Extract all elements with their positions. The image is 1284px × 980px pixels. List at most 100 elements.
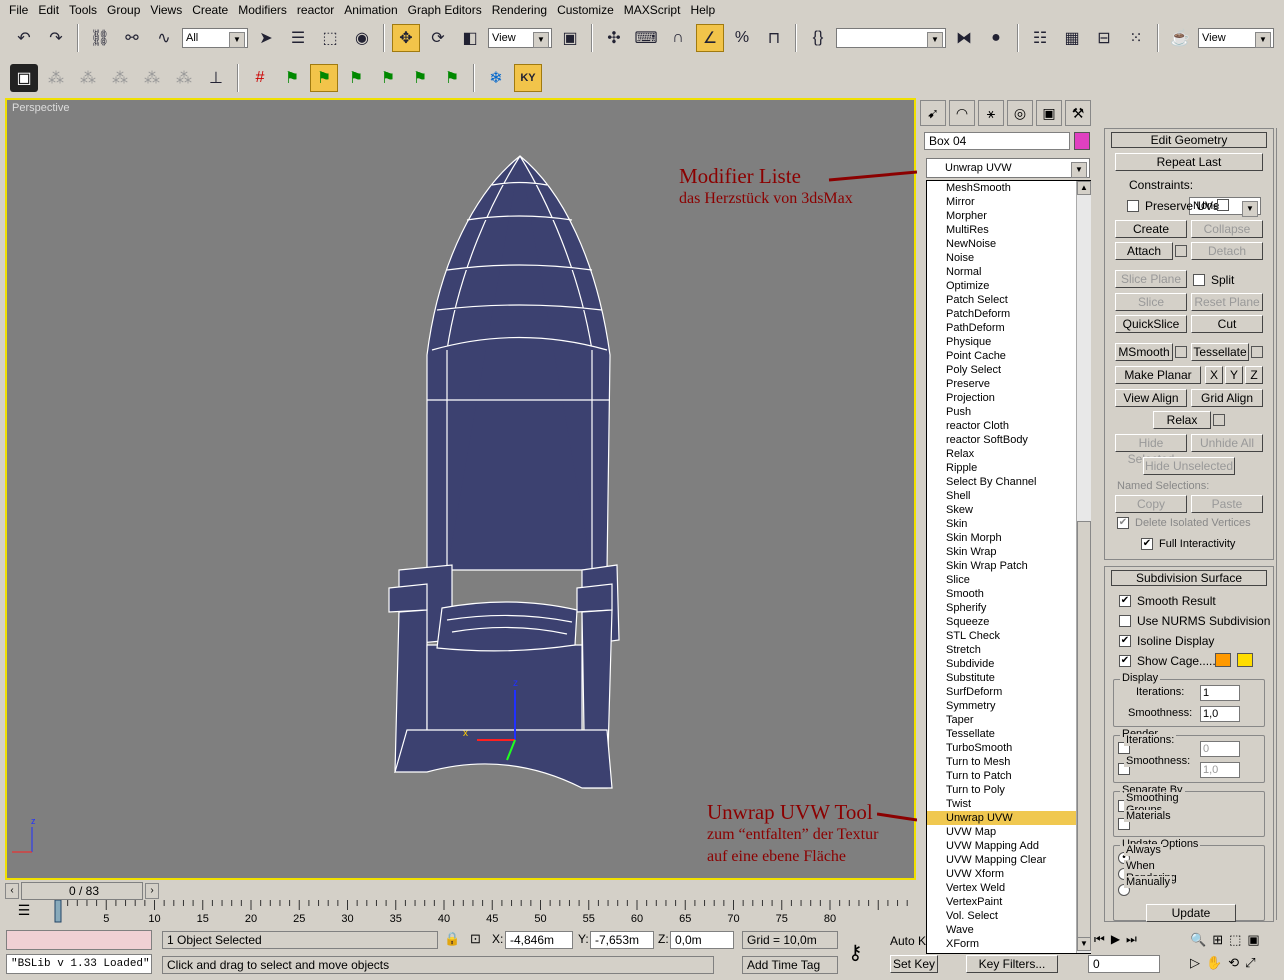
modifier-item[interactable]: Tessellate bbox=[927, 727, 1090, 741]
display-tab-icon[interactable]: ▣ bbox=[1036, 100, 1062, 126]
scroll-thumb[interactable] bbox=[1077, 521, 1091, 941]
named-selection-icon[interactable]: {} bbox=[804, 24, 832, 52]
update-button[interactable]: Update bbox=[1146, 904, 1236, 922]
menu-tools[interactable]: Tools bbox=[64, 3, 102, 17]
percent-snap-icon[interactable]: % bbox=[728, 24, 756, 52]
modifier-list-scrollbar[interactable]: ▲ ▼ bbox=[1076, 181, 1091, 953]
menu-animation[interactable]: Animation bbox=[339, 3, 402, 17]
hierarchy-tab-icon[interactable]: ⚹ bbox=[978, 100, 1004, 126]
detach-button[interactable]: Detach bbox=[1191, 242, 1263, 260]
arc-rotate-icon[interactable]: ⟲ bbox=[1228, 955, 1239, 971]
constraint5-icon[interactable]: ⁂ bbox=[170, 64, 198, 92]
time-slider[interactable]: ‹ 0 / 83 › bbox=[5, 882, 916, 900]
render-type-dropdown[interactable]: View bbox=[1198, 28, 1274, 48]
field-of-view-icon[interactable]: ▷ bbox=[1190, 955, 1200, 971]
modifier-item[interactable]: Relax bbox=[927, 447, 1090, 461]
rotate-icon[interactable]: ⟳ bbox=[424, 24, 452, 52]
render-iterations-spinner[interactable]: 0 bbox=[1200, 741, 1240, 757]
edit-geometry-title[interactable]: Edit Geometry bbox=[1111, 132, 1267, 148]
utilities-tab-icon[interactable]: ⚒ bbox=[1065, 100, 1091, 126]
modifier-item[interactable]: MultiRes bbox=[927, 223, 1090, 237]
next-frame-icon[interactable]: › bbox=[145, 883, 159, 899]
keyboard-shortcut-icon[interactable]: ⌨ bbox=[632, 24, 660, 52]
modifier-item[interactable]: PatchDeform bbox=[927, 307, 1090, 321]
modifier-item[interactable]: XForm bbox=[927, 937, 1090, 951]
deform-mesh-icon[interactable]: ⚑ bbox=[342, 64, 370, 92]
modifier-list-dropdown[interactable]: Unwrap UVW bbox=[926, 158, 1090, 178]
go-to-start-icon[interactable]: ⏮ bbox=[1094, 932, 1105, 947]
full-interactivity-checkbox[interactable]: ✔ Full Interactivity bbox=[1141, 538, 1235, 550]
repeat-last-button[interactable]: Repeat Last bbox=[1115, 153, 1263, 171]
menu-customize[interactable]: Customize bbox=[552, 3, 619, 17]
y-coordinate-field[interactable]: -7,653m bbox=[590, 931, 654, 949]
modifier-item[interactable]: MeshSmooth bbox=[927, 181, 1090, 195]
named-selection-dropdown[interactable] bbox=[836, 28, 946, 48]
constraint1-icon[interactable]: ⁂ bbox=[42, 64, 70, 92]
quickslice-button[interactable]: QuickSlice bbox=[1115, 315, 1187, 333]
modifier-item[interactable]: Wave bbox=[927, 923, 1090, 937]
softbody-icon[interactable]: ⚑ bbox=[278, 64, 306, 92]
smooth-result-checkbox[interactable]: ✔ Smooth Result bbox=[1119, 594, 1216, 608]
angle-snap-icon[interactable]: ∠ bbox=[696, 24, 724, 52]
modifier-item[interactable]: Smooth bbox=[927, 587, 1090, 601]
select-manipulate-icon[interactable]: ✣ bbox=[600, 24, 628, 52]
scroll-up-icon[interactable]: ▲ bbox=[1077, 181, 1091, 195]
msmooth-button[interactable]: MSmooth bbox=[1115, 343, 1173, 361]
cage-color-1[interactable] bbox=[1215, 653, 1231, 667]
modifier-item[interactable]: Point Cache bbox=[927, 349, 1090, 363]
pan-icon[interactable]: ✋ bbox=[1206, 955, 1222, 971]
material-editor-icon[interactable]: ⁙ bbox=[1122, 24, 1150, 52]
tessellate-button[interactable]: Tessellate bbox=[1191, 343, 1249, 361]
constraint4-icon[interactable]: ⁂ bbox=[138, 64, 166, 92]
layer-manager-icon[interactable]: ☷ bbox=[1026, 24, 1054, 52]
bind-spacewarp-icon[interactable]: ∿ bbox=[150, 24, 178, 52]
modifier-item[interactable]: Noise bbox=[927, 251, 1090, 265]
menu-create[interactable]: Create bbox=[187, 3, 233, 17]
modifier-item[interactable]: Optimize bbox=[927, 279, 1090, 293]
menu-graph-editors[interactable]: Graph Editors bbox=[403, 3, 487, 17]
unhide-all-button[interactable]: Unhide All bbox=[1191, 434, 1263, 452]
grid-align-button[interactable]: Grid Align bbox=[1191, 389, 1263, 407]
modifier-item[interactable]: Physique bbox=[927, 335, 1090, 349]
set-key-icon[interactable]: ⚷ bbox=[848, 940, 863, 965]
object-color-swatch[interactable] bbox=[1074, 132, 1090, 150]
create-button[interactable]: Create bbox=[1115, 220, 1187, 238]
hide-selected-button[interactable]: Hide Selected bbox=[1115, 434, 1187, 466]
copy-button[interactable]: Copy bbox=[1115, 495, 1187, 513]
modifier-item[interactable]: Turn to Mesh bbox=[927, 755, 1090, 769]
lock-selection-icon[interactable]: 🔒 bbox=[444, 931, 460, 947]
timeline-ruler[interactable]: 05101520253035404550556065707580 bbox=[40, 900, 920, 928]
relax-button[interactable]: Relax bbox=[1153, 411, 1211, 429]
menu-views[interactable]: Views bbox=[145, 3, 187, 17]
maxscript-listener-pink[interactable] bbox=[6, 930, 152, 950]
frame-indicator[interactable]: 0 / 83 bbox=[21, 882, 143, 900]
modifier-item[interactable]: Shell bbox=[927, 489, 1090, 503]
modifier-item[interactable]: UVW Xform bbox=[927, 867, 1090, 881]
modifier-item[interactable]: Substitute bbox=[927, 671, 1090, 685]
modifier-item[interactable]: Turn to Patch bbox=[927, 769, 1090, 783]
zoom-extents-all-icon[interactable]: ▣ bbox=[1247, 932, 1259, 948]
undo-icon[interactable]: ↶ bbox=[10, 24, 38, 52]
modifier-item[interactable]: Vol. Select bbox=[927, 909, 1090, 923]
delete-isolated-checkbox[interactable]: ✔ Delete Isolated Vertices bbox=[1117, 517, 1251, 529]
menu-file[interactable]: File bbox=[4, 3, 33, 17]
select-by-name-icon[interactable]: ☰ bbox=[284, 24, 312, 52]
iterations-spinner[interactable]: 1 bbox=[1200, 685, 1240, 701]
zoom-extents-icon[interactable]: ⬚ bbox=[1229, 932, 1241, 948]
axis-tripod-icon[interactable]: ⊥ bbox=[202, 64, 230, 92]
track-view-icon[interactable]: ▦ bbox=[1058, 24, 1086, 52]
key-filters-button[interactable]: Key Filters... bbox=[966, 955, 1058, 973]
manually-radio[interactable]: Manually bbox=[1118, 876, 1173, 896]
select-link-icon[interactable]: ⛓ bbox=[86, 24, 114, 52]
cloth-icon[interactable]: # bbox=[246, 64, 274, 92]
move-icon[interactable]: ✥ bbox=[392, 24, 420, 52]
modifier-item[interactable]: UVW Mapping Clear bbox=[927, 853, 1090, 867]
scroll-down-icon[interactable]: ▼ bbox=[1077, 937, 1091, 951]
modifier-item[interactable]: Morpher bbox=[927, 209, 1090, 223]
fracture-icon[interactable]: ⚑ bbox=[406, 64, 434, 92]
modifier-list[interactable]: MeshSmooth Mirror Morpher MultiRes NewNoise N… bbox=[926, 180, 1091, 954]
zoom-all-icon[interactable]: ⊞ bbox=[1212, 932, 1223, 948]
collapse-button[interactable]: Collapse bbox=[1191, 220, 1263, 238]
modifier-item[interactable]: STL Check bbox=[927, 629, 1090, 643]
maxscript-listener[interactable]: "BSLib v 1.33 Loaded" bbox=[6, 954, 152, 974]
